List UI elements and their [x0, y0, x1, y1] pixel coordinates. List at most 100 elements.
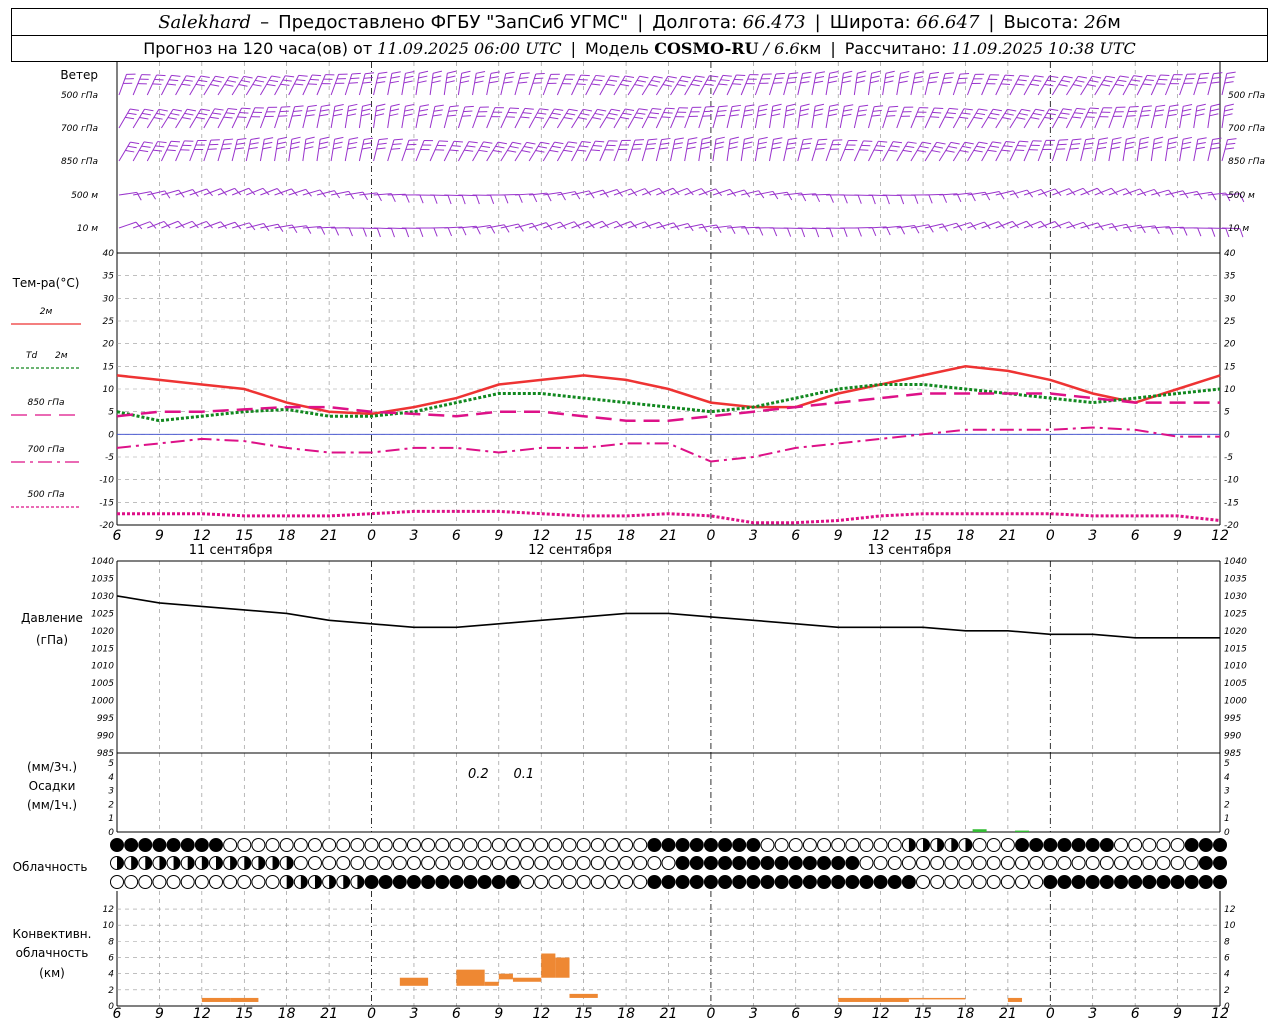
convective-tick-left: 4 [108, 970, 114, 980]
wind-barb-feather [945, 150, 955, 153]
wind-barb-feather [539, 108, 549, 111]
wind-barb-shaft [217, 139, 225, 162]
wind-barb-feather [1196, 108, 1206, 112]
temperature-panel [116, 365, 1221, 525]
cloud-cover-circle [421, 875, 436, 889]
wind-barb-feather [900, 195, 905, 205]
wind-barb-feather [405, 103, 415, 107]
convective-tick-right: 4 [1224, 970, 1230, 980]
cloud-cover-half [173, 856, 181, 870]
cloud-cover-circle [576, 875, 591, 889]
wind-barb-feather [549, 149, 559, 153]
wind-barb-feather [1012, 190, 1019, 199]
wind-barb-feather [361, 108, 371, 112]
wind-barb-feather [936, 141, 946, 145]
wind-barb-feather [285, 75, 295, 78]
wind-barb-shaft [189, 140, 199, 162]
wind-barb-shaft [1080, 107, 1091, 129]
wind-barb-feather [139, 116, 149, 120]
wind-barb-shaft [1164, 106, 1171, 129]
wind-barb-feather [681, 75, 691, 79]
cloud-cover-circle [505, 856, 520, 870]
wind-barb-feather [959, 116, 969, 119]
wind-barb-feather [1167, 141, 1177, 145]
cloud-cover-circle [1015, 856, 1030, 870]
wind-barb-shaft [429, 106, 436, 129]
wind-barb-feather [873, 149, 883, 152]
cloud-cover-circle [619, 875, 634, 889]
bottom-hour-label: 12 [872, 1006, 890, 1022]
wind-barb-feather [857, 70, 867, 74]
wind-barb-feather [622, 112, 632, 116]
wind-barb-feather [1071, 143, 1081, 145]
wind-barb-feather [802, 71, 812, 75]
cloud-cover-circle [1085, 838, 1100, 852]
wind-barb-feather [958, 77, 968, 80]
cloud-cover-circle [152, 875, 167, 889]
wind-barb-shaft [938, 73, 946, 96]
wind-barb-shaft [457, 141, 470, 162]
wind-barb-feather [1032, 79, 1042, 82]
cloud-cover-circle [633, 875, 648, 889]
wind-barb-feather [404, 75, 414, 79]
wind-barb-feather [885, 75, 895, 79]
wind-barb-feather [1085, 137, 1095, 141]
wind-barb-feather [167, 117, 177, 120]
cloud-cover-circle [1029, 856, 1044, 870]
wind-barb-shaft [726, 106, 733, 129]
wind-barb-feather [334, 136, 344, 140]
wind-barb-shaft [882, 141, 894, 162]
wind-barb-feather [1128, 110, 1138, 113]
wind-barb-shaft [981, 74, 991, 96]
cloud-cover-half [201, 856, 209, 870]
wind-barb-feather [705, 106, 715, 108]
wind-barb-feather [944, 116, 954, 119]
cloud-cover-half [357, 875, 364, 889]
cloud-cover-half [272, 856, 280, 870]
wind-barb-feather [961, 112, 971, 115]
precip-tick-right: 0 [1224, 828, 1230, 838]
cloud-cover-half [951, 838, 958, 852]
wind-barb-shaft [1051, 139, 1060, 162]
wind-barb-feather [565, 145, 575, 148]
wind-barb-feather [1142, 83, 1152, 86]
cloud-cover-circle [703, 875, 718, 889]
wind-barb-shaft [486, 107, 496, 129]
wind-barb-feather [787, 228, 792, 237]
wind-barb-feather [638, 108, 648, 111]
temp-tick-right: 20 [1224, 340, 1236, 350]
wind-barb-feather [468, 141, 478, 144]
cloud-cover-circle [237, 875, 252, 889]
wind-barb-shaft [1221, 106, 1226, 129]
wind-barb-feather [141, 112, 151, 116]
cloud-cover-circle [1000, 856, 1015, 870]
cloud-cover-circle [703, 856, 718, 870]
wind-barb-shaft [1023, 75, 1036, 96]
wind-barb-feather [673, 142, 683, 145]
bottom-hour-label: 6 [452, 1006, 461, 1022]
wind-barb-shaft [698, 75, 710, 96]
convective-bar [908, 997, 966, 1000]
wind-barb-shaft [910, 73, 916, 96]
wind-barb-shaft [443, 73, 448, 96]
wind-barb-feather [1016, 117, 1026, 120]
cloud-cover-circle [435, 856, 450, 870]
convective-bar [512, 977, 542, 982]
cloud-cover-half [937, 838, 944, 852]
wind-barb-feather [1197, 82, 1207, 84]
wind-barb-feather [419, 109, 429, 112]
cloud-cover-circle [1085, 875, 1100, 889]
bottom-hour-label: 15 [914, 1006, 932, 1022]
wind-barb-feather [361, 113, 371, 117]
cloud-cover-circle [505, 875, 520, 889]
wind-barb-shaft [571, 220, 589, 229]
wind-barb-feather [1141, 109, 1151, 112]
cloud-cover-circle [421, 838, 436, 852]
pressure-tick-right: 985 [1224, 749, 1241, 759]
cloud-cover-circle [972, 838, 987, 852]
wind-barb-feather [579, 145, 589, 148]
wind-barb-shaft [627, 75, 640, 96]
temp-tick-right: 40 [1224, 249, 1236, 259]
wind-barb-feather [418, 75, 428, 79]
wind-barb-feather [478, 149, 488, 153]
